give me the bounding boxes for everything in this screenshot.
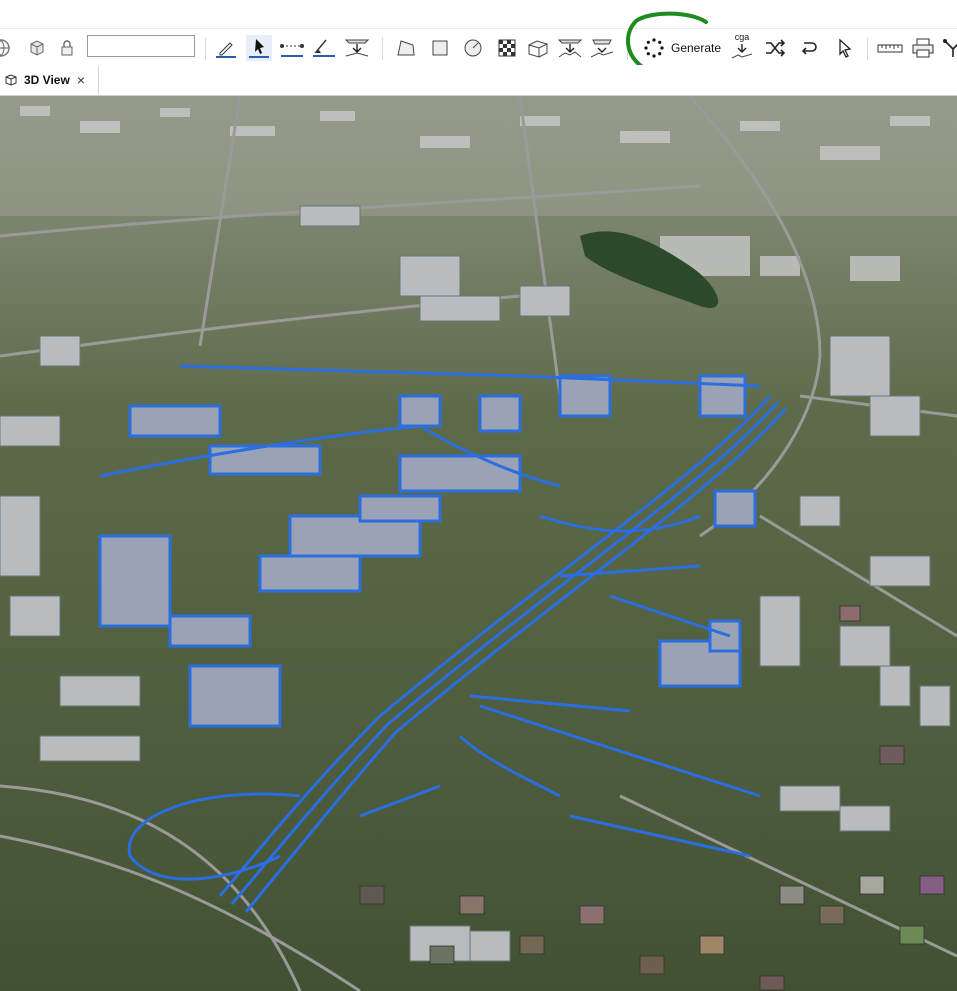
printer-icon[interactable] (910, 35, 936, 61)
polygon-icon[interactable] (393, 35, 419, 61)
globe-icon[interactable] (0, 35, 14, 61)
generate-icon (644, 38, 664, 58)
title-strip (0, 0, 957, 28)
snap-down-icon[interactable] (344, 35, 370, 61)
edit-icon[interactable] (213, 35, 239, 61)
distant-city (0, 96, 957, 216)
toolbar-separator (205, 38, 206, 60)
tab-3d-view[interactable]: 3D View × (0, 66, 99, 95)
lock-icon[interactable] (54, 35, 80, 61)
generate-button[interactable]: Generate (640, 35, 724, 61)
split-icon[interactable] (940, 35, 957, 61)
close-icon[interactable]: × (77, 73, 85, 87)
ruler-icon[interactable] (877, 35, 903, 61)
cursor-icon[interactable] (831, 35, 857, 61)
align-terrain-icon[interactable] (589, 35, 615, 61)
random-seed-icon[interactable] (762, 35, 788, 61)
align-down-icon[interactable] (557, 35, 583, 61)
select-icon[interactable] (246, 35, 272, 61)
undo-icon[interactable] (796, 35, 822, 61)
cga-label: cga (734, 32, 750, 42)
view-tab-bar: 3D View × (0, 66, 957, 96)
main-toolbar: Generate cga (0, 11, 957, 67)
toolbar-separator (867, 38, 868, 60)
paint-tool-icon[interactable] (311, 35, 337, 61)
texture-icon[interactable] (494, 35, 520, 61)
cga-icon[interactable]: cga (729, 32, 755, 61)
3d-viewport[interactable] (0, 96, 957, 991)
3d-scene (0, 96, 957, 991)
view-cube-icon (5, 73, 17, 86)
extrude-box-icon[interactable] (525, 35, 551, 61)
generate-label: Generate (671, 41, 722, 55)
toolbar-separator (382, 38, 383, 60)
tab-label: 3D View (24, 72, 70, 87)
name-input[interactable] (87, 35, 195, 57)
measure-line-icon[interactable] (279, 35, 305, 61)
toolbar-separator (627, 38, 628, 60)
rectangle-icon[interactable] (427, 35, 453, 61)
cube-icon[interactable] (24, 35, 50, 61)
circle-icon[interactable] (460, 35, 486, 61)
